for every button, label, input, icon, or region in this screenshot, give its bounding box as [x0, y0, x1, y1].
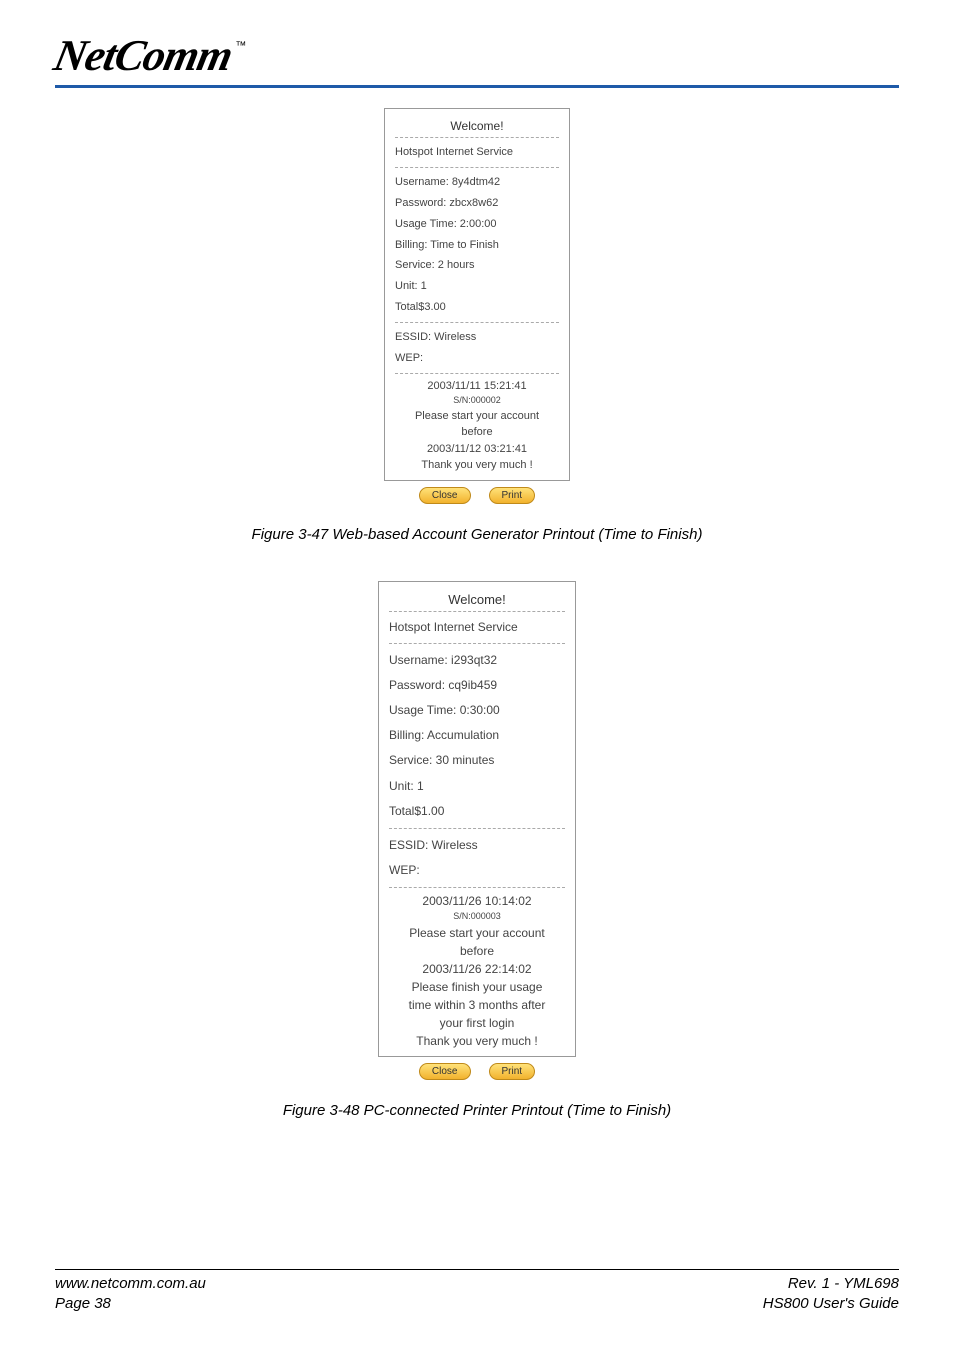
row-service: Service: 2 hours: [395, 255, 559, 276]
row-username: Username: i293qt32: [389, 648, 565, 673]
footer-thanks: Thank you very much !: [395, 457, 559, 474]
row-essid: ESSID: Wireless: [389, 833, 565, 858]
page-footer: www.netcomm.com.au Rev. 1 - YML698 Page …: [55, 1269, 899, 1315]
footer-guide: HS800 User's Guide: [763, 1294, 899, 1314]
close-button[interactable]: Close: [419, 487, 471, 504]
welcome-text: Welcome!: [395, 119, 559, 133]
receipt-footer: 2003/11/11 15:21:41 S/N:000002 Please st…: [395, 378, 559, 474]
divider: [395, 373, 559, 374]
footer-start1: Please start your account: [389, 924, 565, 942]
row-billing: Billing: Time to Finish: [395, 235, 559, 256]
divider: [395, 167, 559, 168]
receipt-2-container: Welcome! Hotspot Internet Service Userna…: [55, 581, 899, 1080]
receipt-2: Welcome! Hotspot Internet Service Userna…: [378, 581, 576, 1080]
row-essid: ESSID: Wireless: [395, 327, 559, 348]
figure-caption-2: Figure 3-48 PC-connected Printer Printou…: [55, 1102, 899, 1119]
row-unit: Unit: 1: [395, 276, 559, 297]
page-body: Welcome! Hotspot Internet Service Userna…: [55, 108, 899, 1119]
divider: [395, 137, 559, 138]
receipt-footer: 2003/11/26 10:14:02 S/N:000003 Please st…: [389, 892, 565, 1050]
receipt-1-container: Welcome! Hotspot Internet Service Userna…: [55, 108, 899, 504]
divider: [389, 611, 565, 612]
figure-caption-1: Figure 3-47 Web-based Account Generator …: [55, 526, 899, 543]
footer-sn: S/N:000002: [395, 394, 559, 408]
footer-finish3: your first login: [389, 1014, 565, 1032]
row-wep: WEP:: [395, 348, 559, 369]
footer-page: Page 38: [55, 1294, 111, 1314]
welcome-text: Welcome!: [389, 592, 565, 607]
footer-sn: S/N:000003: [389, 910, 565, 924]
footer-datetime: 2003/11/11 15:21:41: [395, 378, 559, 395]
button-row: Close Print: [384, 487, 570, 504]
trademark: ™: [235, 40, 246, 52]
footer-datetime: 2003/11/26 10:14:02: [389, 892, 565, 910]
service-title: Hotspot Internet Service: [389, 616, 565, 639]
footer-rev: Rev. 1 - YML698: [788, 1274, 899, 1294]
footer-start1: Please start your account: [395, 408, 559, 425]
footer-url: www.netcomm.com.au: [55, 1274, 206, 1294]
print-button[interactable]: Print: [489, 1063, 536, 1080]
receipt-1: Welcome! Hotspot Internet Service Userna…: [384, 108, 570, 504]
footer-finish1: Please finish your usage: [389, 978, 565, 996]
row-service: Service: 30 minutes: [389, 748, 565, 773]
row-usage: Usage Time: 0:30:00: [389, 698, 565, 723]
row-password: Password: zbcx8w62: [395, 193, 559, 214]
close-button[interactable]: Close: [419, 1063, 471, 1080]
footer-rule: [55, 1269, 899, 1270]
footer-start2: before: [389, 942, 565, 960]
divider: [395, 322, 559, 323]
footer-thanks: Thank you very much !: [389, 1032, 565, 1050]
footer-start2: before: [395, 424, 559, 441]
divider: [389, 887, 565, 888]
row-wep: WEP:: [389, 858, 565, 883]
row-username: Username: 8y4dtm42: [395, 172, 559, 193]
footer-finish2: time within 3 months after: [389, 996, 565, 1014]
button-row: Close Print: [378, 1063, 576, 1080]
row-usage: Usage Time: 2:00:00: [395, 214, 559, 235]
row-total: Total$3.00: [395, 297, 559, 318]
row-billing: Billing: Accumulation: [389, 723, 565, 748]
service-title: Hotspot Internet Service: [395, 142, 559, 163]
brand-logo: NetComm: [50, 30, 237, 81]
page-header: NetComm ™: [55, 30, 899, 88]
divider: [389, 828, 565, 829]
footer-deadline: 2003/11/26 22:14:02: [389, 960, 565, 978]
print-button[interactable]: Print: [489, 487, 536, 504]
row-password: Password: cq9ib459: [389, 673, 565, 698]
row-unit: Unit: 1: [389, 774, 565, 799]
divider: [389, 643, 565, 644]
row-total: Total$1.00: [389, 799, 565, 824]
footer-deadline: 2003/11/12 03:21:41: [395, 441, 559, 458]
